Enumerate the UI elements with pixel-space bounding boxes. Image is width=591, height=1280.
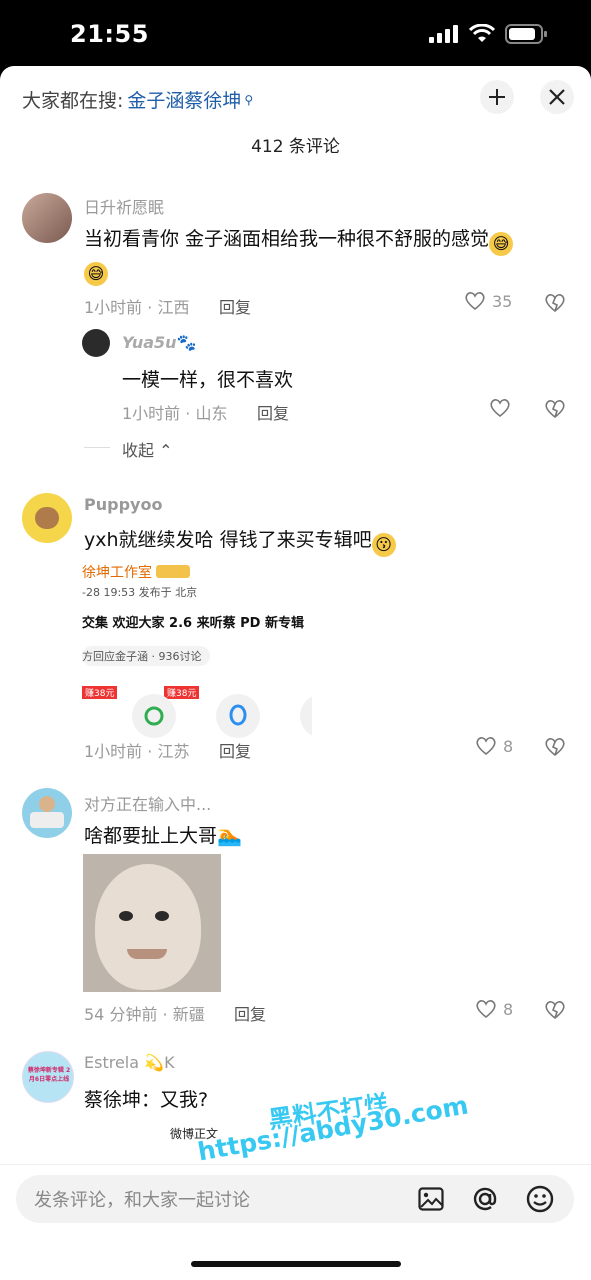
close-icon xyxy=(549,89,565,105)
face-shape xyxy=(95,864,201,990)
like-button[interactable]: 8 xyxy=(475,999,513,1019)
grimace-emoji-icon: 😅 xyxy=(489,232,514,256)
share-qq-icon xyxy=(216,694,260,738)
mouth xyxy=(127,949,167,959)
card-time: -28 19:53 发布于 北京 xyxy=(82,586,198,599)
comment-input-box[interactable] xyxy=(16,1175,574,1225)
comment-username[interactable]: 日升祈愿眠 xyxy=(84,194,164,218)
comment-text: 当初看青你 金子涵面相给我一种很不舒服的感觉 😅 xyxy=(84,224,514,256)
image-picker-button[interactable] xyxy=(418,1187,444,1215)
paw-icon: 🐾 xyxy=(176,333,197,352)
avatar[interactable]: 蔡徐坤新专辑 2月6日零点上线 xyxy=(22,1051,74,1103)
divider xyxy=(84,447,110,448)
eye-left xyxy=(119,911,133,921)
grimace-emoji-icon: 😅 xyxy=(84,262,108,286)
reply-username[interactable]: Yua5u🐾 xyxy=(122,333,196,352)
collapse-replies-button[interactable]: 收起 ⌃ xyxy=(122,437,173,461)
comment-meta: 1小时前 · 江苏 xyxy=(84,742,190,761)
reply-button[interactable]: 回复 xyxy=(219,738,251,762)
like-count: 8 xyxy=(503,736,514,756)
image-icon xyxy=(418,1187,444,1211)
comment-text: 蔡徐坤：又我? xyxy=(84,1089,209,1111)
comment-text: 啥都要扯上大哥🏊 xyxy=(84,823,242,847)
comment-username[interactable]: 对方正在输入中... xyxy=(84,791,211,815)
card-author: 徐坤工作室 xyxy=(82,562,191,582)
wifi-icon xyxy=(469,24,495,42)
collapse-button[interactable] xyxy=(480,80,514,114)
comment-meta: 1小时前 · 江西 xyxy=(84,298,190,317)
car-icon xyxy=(30,812,64,828)
like-count: 35 xyxy=(492,291,513,311)
comment-username[interactable]: Estrela 💫K xyxy=(84,1053,175,1072)
home-indicator[interactable] xyxy=(191,1261,401,1267)
reply-text: 一模一样，很不喜欢 xyxy=(122,369,294,391)
card-badge: 赚38元 xyxy=(82,686,118,699)
emoji-icon xyxy=(526,1185,554,1213)
reply-meta: 1小时前 · 山东 xyxy=(122,404,228,423)
avatar[interactable] xyxy=(22,788,72,838)
sparkle-emoji-icon: 💫 xyxy=(144,1053,165,1072)
comment-image[interactable]: 徐坤工作室 -28 19:53 发布于 北京 交集 欢迎大家 2.6 来听蔡 P… xyxy=(82,562,312,742)
dislike-button[interactable] xyxy=(544,293,566,317)
like-button[interactable]: 8 xyxy=(475,736,513,756)
comment-input[interactable] xyxy=(32,1175,396,1225)
card-topic: 方回应金子涵 · 936讨论 xyxy=(82,646,210,666)
comment-text-emoji-line: 😅 xyxy=(84,258,108,286)
face-icon xyxy=(39,796,55,812)
mention-button[interactable] xyxy=(471,1185,499,1217)
heart-icon xyxy=(476,1000,496,1019)
avatar[interactable] xyxy=(22,493,72,543)
broken-heart-icon xyxy=(545,400,565,419)
at-icon xyxy=(473,1187,497,1211)
heart-icon xyxy=(465,292,485,311)
emoji-button[interactable] xyxy=(526,1185,554,1217)
comment-text-line: 当初看青你 金子涵面相给我一种很不舒服的感觉 xyxy=(84,228,490,250)
heart-icon xyxy=(476,737,496,756)
reply-button[interactable]: 回复 xyxy=(234,1001,266,1025)
diving-emoji-icon: 🏊 xyxy=(217,823,242,847)
vip-badge-icon xyxy=(156,565,191,578)
close-button[interactable] xyxy=(540,80,574,114)
share-moments-icon xyxy=(132,694,176,738)
comment-username[interactable]: Puppyoo xyxy=(84,495,162,514)
avatar-text: 蔡徐坤新专辑 2月6日零点上线 xyxy=(27,1067,71,1083)
status-icons xyxy=(429,24,547,44)
avatar[interactable] xyxy=(82,329,110,357)
collapse-icon xyxy=(489,89,505,105)
battery-icon xyxy=(505,24,547,44)
broken-heart-icon xyxy=(545,1001,565,1020)
dislike-button[interactable] xyxy=(544,737,566,761)
search-icon: ⚲ xyxy=(244,92,254,107)
reply-button[interactable]: 回复 xyxy=(219,294,251,318)
smug-emoji-icon: 😗 xyxy=(371,533,396,557)
puppy-icon xyxy=(35,507,59,529)
comment-text: yxh就继续发哈 得钱了来买专辑吧 😗 xyxy=(84,525,396,557)
eye-right xyxy=(155,911,169,921)
dislike-button[interactable] xyxy=(544,399,566,423)
like-count: 8 xyxy=(503,999,514,1019)
card-title: 交集 欢迎大家 2.6 来听蔡 PD 新专辑 xyxy=(82,616,304,631)
comment-count: 412 条评论 xyxy=(251,137,340,157)
comment-meta: 54 分钟前 · 新疆 xyxy=(84,1005,205,1024)
search-keyword-link[interactable]: 金子涵蔡徐坤 xyxy=(127,86,241,113)
dislike-button[interactable] xyxy=(544,1000,566,1024)
status-bar: 21:55 xyxy=(0,0,591,66)
broken-heart-icon xyxy=(545,294,565,313)
chevron-up-icon: ⌃ xyxy=(159,441,173,460)
avatar[interactable] xyxy=(22,193,72,243)
share-more-icon xyxy=(300,694,312,738)
reply-button[interactable]: 回复 xyxy=(257,400,289,424)
status-time: 21:55 xyxy=(70,20,149,48)
comments-sheet: 大家都在搜: 金子涵蔡徐坤 ⚲ 412 条评论 日升祈愿眠 当初看青你 金子涵面… xyxy=(0,66,591,1280)
broken-heart-icon xyxy=(545,738,565,757)
like-button[interactable] xyxy=(489,398,511,418)
search-prefix: 大家都在搜: xyxy=(22,90,124,112)
like-button[interactable]: 35 xyxy=(464,291,512,311)
heart-icon xyxy=(490,399,510,418)
search-suggestion[interactable]: 大家都在搜: 金子涵蔡徐坤 ⚲ xyxy=(22,86,253,113)
comment-image[interactable] xyxy=(83,854,221,992)
signal-icon xyxy=(429,25,458,43)
